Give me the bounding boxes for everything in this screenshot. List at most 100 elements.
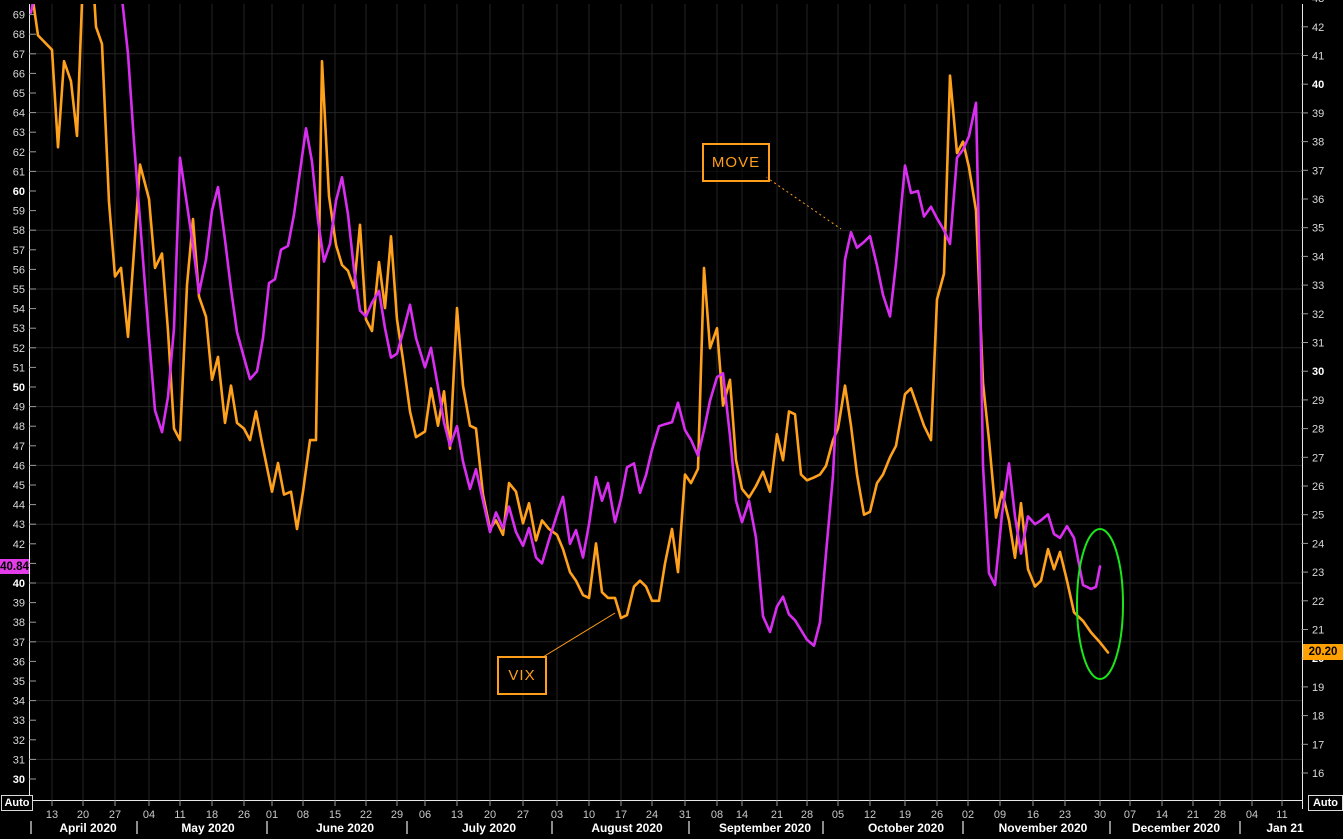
date-tick-label: 07 bbox=[1124, 809, 1136, 821]
right-axis-tick-label: 34 bbox=[1312, 251, 1324, 263]
right-axis-tick-label: 38 bbox=[1312, 137, 1324, 149]
date-tick-label: 20 bbox=[77, 809, 89, 821]
date-tick-label: 31 bbox=[679, 809, 691, 821]
right-axis-tick-label: 41 bbox=[1312, 51, 1324, 63]
right-axis-tick-label: 24 bbox=[1312, 538, 1324, 550]
left-axis-tick-label: 37 bbox=[13, 637, 25, 649]
date-tick-label: 11 bbox=[1276, 809, 1287, 821]
date-tick-label: 19 bbox=[899, 809, 911, 821]
month-label: June 2020 bbox=[316, 821, 374, 835]
right-axis-tick-label: 18 bbox=[1312, 711, 1324, 723]
right-axis-tick-label: 31 bbox=[1312, 338, 1324, 350]
date-tick-label: 05 bbox=[832, 809, 844, 821]
left-axis-tick-label: 64 bbox=[13, 108, 25, 120]
left-axis-tick-label: 65 bbox=[13, 88, 25, 100]
date-tick-label: 08 bbox=[711, 809, 723, 821]
date-tick-label: 29 bbox=[391, 809, 403, 821]
right-axis-tick-label: 30 bbox=[1312, 366, 1324, 378]
right-axis-tick-label: 27 bbox=[1312, 452, 1324, 464]
right-axis-tick-label: 16 bbox=[1312, 768, 1324, 780]
right-axis-tick-label: 22 bbox=[1312, 596, 1324, 608]
right-axis-tick-label: 37 bbox=[1312, 165, 1324, 177]
date-tick-label: 26 bbox=[238, 809, 250, 821]
right-axis-tick-label: 43 bbox=[1312, 0, 1324, 5]
left-axis-tick-label: 59 bbox=[13, 206, 25, 218]
date-tick-label: 13 bbox=[451, 809, 463, 821]
date-tick-label: 28 bbox=[801, 809, 813, 821]
left-axis-tick-label: 35 bbox=[13, 676, 25, 688]
left-axis-tick-label: 43 bbox=[13, 519, 25, 531]
date-tick-label: 16 bbox=[1027, 809, 1039, 821]
date-tick-label: 04 bbox=[1246, 809, 1258, 821]
move-last-price-tag: 40.84 bbox=[0, 559, 29, 575]
left-axis-tick-label: 47 bbox=[13, 441, 25, 453]
left-axis-tick-label: 46 bbox=[13, 460, 25, 472]
left-axis-tick-label: 50 bbox=[13, 382, 25, 394]
right-axis-tick-label: 39 bbox=[1312, 108, 1324, 120]
move-annotation-box[interactable]: MOVE bbox=[702, 143, 770, 182]
left-axis-tick-label: 36 bbox=[13, 656, 25, 668]
date-tick-label: 02 bbox=[962, 809, 974, 821]
left-axis-tick-label: 54 bbox=[13, 304, 25, 316]
left-axis-auto-button[interactable]: Auto bbox=[1, 795, 33, 811]
price-chart-canvas[interactable]: 30 31 32 33 34 35 36 37 38 39 40 41 42 43 44 45 46 47 48 49… bbox=[0, 0, 1343, 839]
left-axis-tick-label: 52 bbox=[13, 343, 25, 355]
date-tick-label: 15 bbox=[329, 809, 341, 821]
left-axis-tick-label: 39 bbox=[13, 598, 25, 610]
date-tick-label: 27 bbox=[109, 809, 121, 821]
left-axis-tick-label: 48 bbox=[13, 421, 25, 433]
date-tick-label: 22 bbox=[360, 809, 372, 821]
left-axis-tick-label: 32 bbox=[13, 735, 25, 747]
left-axis-tick-label: 60 bbox=[13, 186, 25, 198]
right-axis-tick-label: 33 bbox=[1312, 280, 1324, 292]
date-tick-label: 23 bbox=[1059, 809, 1071, 821]
left-axis-tick-label: 66 bbox=[13, 68, 25, 80]
right-axis-tick-label: 42 bbox=[1312, 22, 1324, 34]
left-axis-tick-label: 45 bbox=[13, 480, 25, 492]
right-axis-tick-label: 28 bbox=[1312, 424, 1324, 436]
date-tick-label: 20 bbox=[484, 809, 496, 821]
month-label: August 2020 bbox=[591, 821, 663, 835]
vix-annotation-box[interactable]: VIX bbox=[497, 656, 547, 695]
date-tick-label: 24 bbox=[646, 809, 658, 821]
date-tick-label: 04 bbox=[143, 809, 155, 821]
date-tick-label: 03 bbox=[551, 809, 563, 821]
right-axis-tick-label: 23 bbox=[1312, 567, 1324, 579]
left-axis-tick-label: 56 bbox=[13, 264, 25, 276]
date-tick-label: 21 bbox=[1187, 809, 1199, 821]
month-label: October 2020 bbox=[868, 821, 944, 835]
date-tick-label: 06 bbox=[419, 809, 431, 821]
left-axis-tick-label: 61 bbox=[13, 166, 25, 178]
date-tick-label: 01 bbox=[266, 809, 278, 821]
vix-annotation-leader-line bbox=[542, 612, 616, 658]
date-tick-label: 28 bbox=[1214, 809, 1226, 821]
right-axis-tick-label: 26 bbox=[1312, 481, 1324, 493]
left-axis-tick-label: 68 bbox=[13, 29, 25, 41]
date-tick-label: 14 bbox=[1156, 809, 1168, 821]
date-tick-label: 14 bbox=[736, 809, 748, 821]
left-axis-tick-label: 42 bbox=[13, 539, 25, 551]
left-axis-tick-label: 30 bbox=[13, 774, 25, 786]
left-axis-tick-label: 31 bbox=[13, 754, 25, 766]
left-axis-tick-label: 49 bbox=[13, 402, 25, 414]
month-label: April 2020 bbox=[59, 821, 117, 835]
right-axis-tick-label: 36 bbox=[1312, 194, 1324, 206]
right-axis-auto-button[interactable]: Auto bbox=[1308, 795, 1343, 811]
right-axis-tick-label: 32 bbox=[1312, 309, 1324, 321]
left-axis-tick-label: 58 bbox=[13, 225, 25, 237]
date-tick-label: 26 bbox=[931, 809, 943, 821]
right-axis-tick-label: 21 bbox=[1312, 625, 1324, 637]
vix-annotation-label: VIX bbox=[508, 667, 536, 684]
month-label: September 2020 bbox=[719, 821, 811, 835]
right-axis-tick-label: 40 bbox=[1312, 79, 1324, 91]
left-axis-tick-label: 51 bbox=[13, 362, 25, 374]
date-tick-label: 17 bbox=[615, 809, 627, 821]
left-axis-tick-label: 53 bbox=[13, 323, 25, 335]
right-axis-tick-label: 35 bbox=[1312, 223, 1324, 235]
date-tick-label: 12 bbox=[864, 809, 876, 821]
left-axis-tick-label: 57 bbox=[13, 245, 25, 257]
right-axis-tick-label: 19 bbox=[1312, 682, 1324, 694]
month-label: July 2020 bbox=[462, 821, 516, 835]
month-label: November 2020 bbox=[999, 821, 1088, 835]
left-axis-tick-label: 69 bbox=[13, 10, 25, 22]
